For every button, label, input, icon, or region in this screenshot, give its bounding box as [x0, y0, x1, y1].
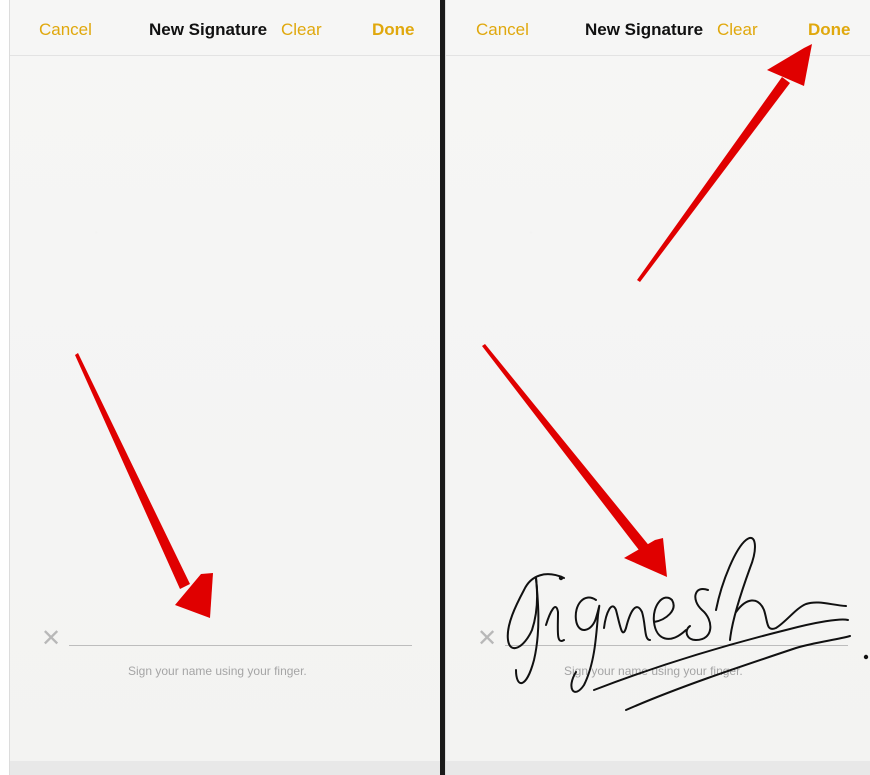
signature-panel-right: Cancel New Signature Clear Done ✕ Sign y… — [445, 0, 870, 775]
bottom-bar — [10, 761, 441, 775]
annotation-arrow-icon — [482, 44, 812, 577]
bottom-bar — [446, 761, 870, 775]
signature-panel-left: Cancel New Signature Clear Done ✕ Sign y… — [9, 0, 442, 775]
annotation-arrow-icon — [75, 353, 213, 618]
